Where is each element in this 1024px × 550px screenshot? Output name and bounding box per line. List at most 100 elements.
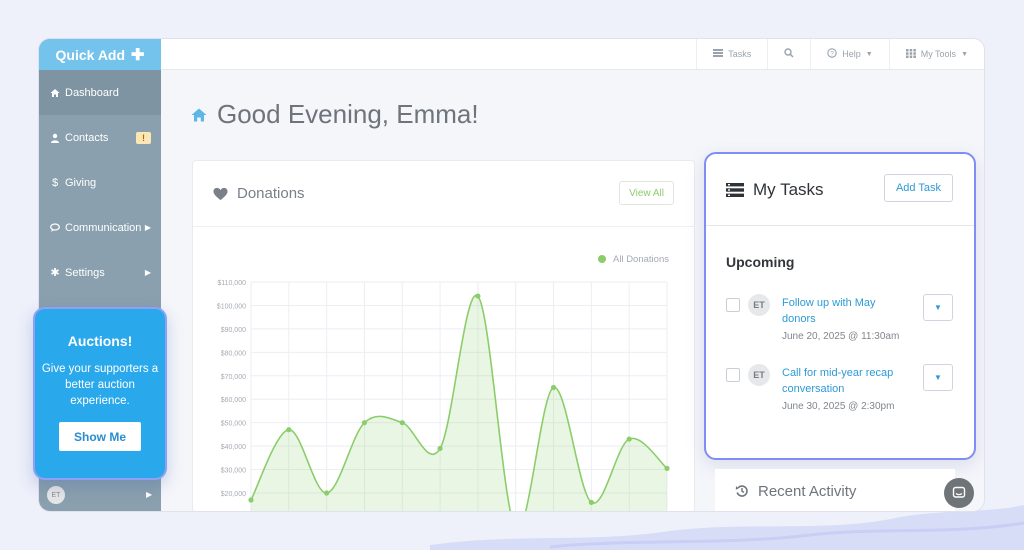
topbar-tasks[interactable]: Tasks <box>696 39 767 69</box>
chart-area-fill <box>251 295 667 511</box>
chat-icon <box>952 486 966 498</box>
data-point <box>248 497 254 503</box>
help-icon: ? <box>827 48 837 60</box>
upcoming-heading: Upcoming <box>726 254 795 270</box>
data-point <box>437 445 443 452</box>
top-bar: Tasks ? Help ▼ My Tools ▼ <box>161 39 984 70</box>
chevron-down-icon: ▼ <box>961 50 968 58</box>
chevron-right-icon: ▶ <box>144 223 151 232</box>
data-point <box>626 436 632 442</box>
my-tasks-title: My Tasks <box>753 179 824 199</box>
sidebar-item-label: Giving <box>65 176 97 189</box>
recent-activity-title: Recent Activity <box>758 482 857 500</box>
task-options-dropdown[interactable]: ▼ <box>923 364 953 391</box>
y-tick-label: $40,000 <box>221 444 246 451</box>
y-tick-label: $90,000 <box>221 327 246 334</box>
svg-text:?: ? <box>830 50 834 57</box>
topbar-help[interactable]: ? Help ▼ <box>810 39 888 69</box>
topbar-tasks-label: Tasks <box>728 49 752 59</box>
sidebar-item-contacts[interactable]: Contacts ! <box>39 115 161 160</box>
chevron-down-icon: ▼ <box>934 373 942 382</box>
my-tasks-card: My Tasks Add Task Upcoming ET Follow up … <box>704 152 976 460</box>
add-task-button[interactable]: Add Task <box>883 174 953 202</box>
y-tick-label: $100,000 <box>217 303 246 310</box>
user-icon <box>47 133 63 143</box>
legend-label: All Donations <box>613 254 669 265</box>
sidebar-item-label: Dashboard <box>65 86 119 99</box>
legend-marker <box>598 255 606 263</box>
auctions-title: Auctions! <box>67 333 133 349</box>
dollar-icon: $ <box>51 176 59 189</box>
topbar-my-tools[interactable]: My Tools ▼ <box>888 39 984 69</box>
donations-title: Donations <box>237 185 305 202</box>
data-point <box>286 427 292 433</box>
donations-chart: $110,000 $100,000 $90,000 $80,000 $70,000 $60… <box>217 254 670 511</box>
topbar-my-tools-label: My Tools <box>920 49 957 59</box>
home-icon <box>47 88 63 98</box>
task-checkbox[interactable] <box>726 298 740 312</box>
chevron-right-icon[interactable]: ▶ <box>146 490 152 499</box>
y-tick-label: $50,000 <box>221 421 246 428</box>
user-avatar[interactable]: ET <box>47 486 65 504</box>
donations-card: Donations View All $110,000 $100,000 $90,0… <box>192 160 695 511</box>
history-icon <box>735 485 748 497</box>
y-tick-label: $70,000 <box>221 374 246 381</box>
sidebar-item-communication[interactable]: Communication ▶ <box>39 205 161 250</box>
y-tick-label: $110,000 <box>217 280 246 287</box>
task-item: ET Follow up with May donors June 20, 20… <box>726 294 958 354</box>
gear-icon: ✱ <box>50 267 60 279</box>
task-link[interactable]: Follow up with May donors <box>782 295 904 327</box>
my-tasks-header: My Tasks Add Task <box>706 154 974 226</box>
view-all-button[interactable]: View All <box>619 181 674 205</box>
app-window: Quick Add ✚ Dashboard Contacts ! $ Givin… <box>38 38 985 512</box>
task-date: June 30, 2025 @ 2:30pm <box>782 401 895 412</box>
sidebar-item-label: Contacts <box>65 131 109 144</box>
recent-activity-card: Recent Activity <box>715 469 955 511</box>
y-tick-label: $60,000 <box>221 397 246 404</box>
auctions-body: Give your supporters a better auction ex… <box>41 363 159 407</box>
y-tick-label: $20,000 <box>221 491 246 498</box>
quick-add-button[interactable]: Quick Add ✚ <box>39 39 161 70</box>
chevron-down-icon: ▼ <box>865 50 873 58</box>
topbar-help-label: Help <box>842 49 861 59</box>
task-item: ET Call for mid-year recap conversation … <box>726 364 958 424</box>
quick-add-label: Quick Add <box>55 46 126 63</box>
sidebar-item-settings[interactable]: ✱ Settings ▶ <box>39 250 161 295</box>
chat-support-button[interactable] <box>944 478 974 508</box>
sidebar-item-label: Settings <box>65 266 105 279</box>
auctions-promo: Auctions! Give your supporters a better … <box>33 307 167 480</box>
search-icon <box>784 48 794 60</box>
show-me-button[interactable]: Show Me <box>59 422 141 451</box>
tasks-icon <box>713 49 724 59</box>
page-greeting: Good Evening, Emma! <box>191 99 479 130</box>
home-icon <box>191 108 207 121</box>
chat-icon <box>47 222 63 233</box>
donations-header: Donations View All <box>193 161 694 227</box>
data-point <box>664 465 670 471</box>
avatar: ET <box>748 364 770 386</box>
page-title: Good Evening, Emma! <box>217 99 479 129</box>
sidebar-item-giving[interactable]: $ Giving <box>39 160 161 205</box>
task-date: June 20, 2025 @ 11:30am <box>782 331 900 342</box>
grid-icon <box>905 48 916 60</box>
data-point <box>361 420 368 426</box>
data-point <box>588 499 594 505</box>
topbar-search[interactable] <box>767 39 810 69</box>
data-point <box>399 420 405 426</box>
task-link[interactable]: Call for mid-year recap conversation <box>782 365 904 397</box>
y-tick-label: $80,000 <box>221 350 246 357</box>
data-point <box>550 384 557 391</box>
heart-icon <box>213 187 228 200</box>
avatar: ET <box>748 294 770 316</box>
plus-icon: ✚ <box>131 46 145 64</box>
task-options-dropdown[interactable]: ▼ <box>923 294 953 321</box>
sidebar-item-label: Communication <box>65 221 142 234</box>
data-point <box>475 293 481 299</box>
tasks-list-icon <box>726 182 744 197</box>
contacts-alert-badge: ! <box>136 131 151 144</box>
data-point <box>324 490 330 496</box>
chevron-right-icon: ▶ <box>144 268 151 277</box>
task-checkbox[interactable] <box>726 368 740 382</box>
sidebar-item-dashboard[interactable]: Dashboard <box>39 70 161 115</box>
chevron-down-icon: ▼ <box>934 303 942 312</box>
